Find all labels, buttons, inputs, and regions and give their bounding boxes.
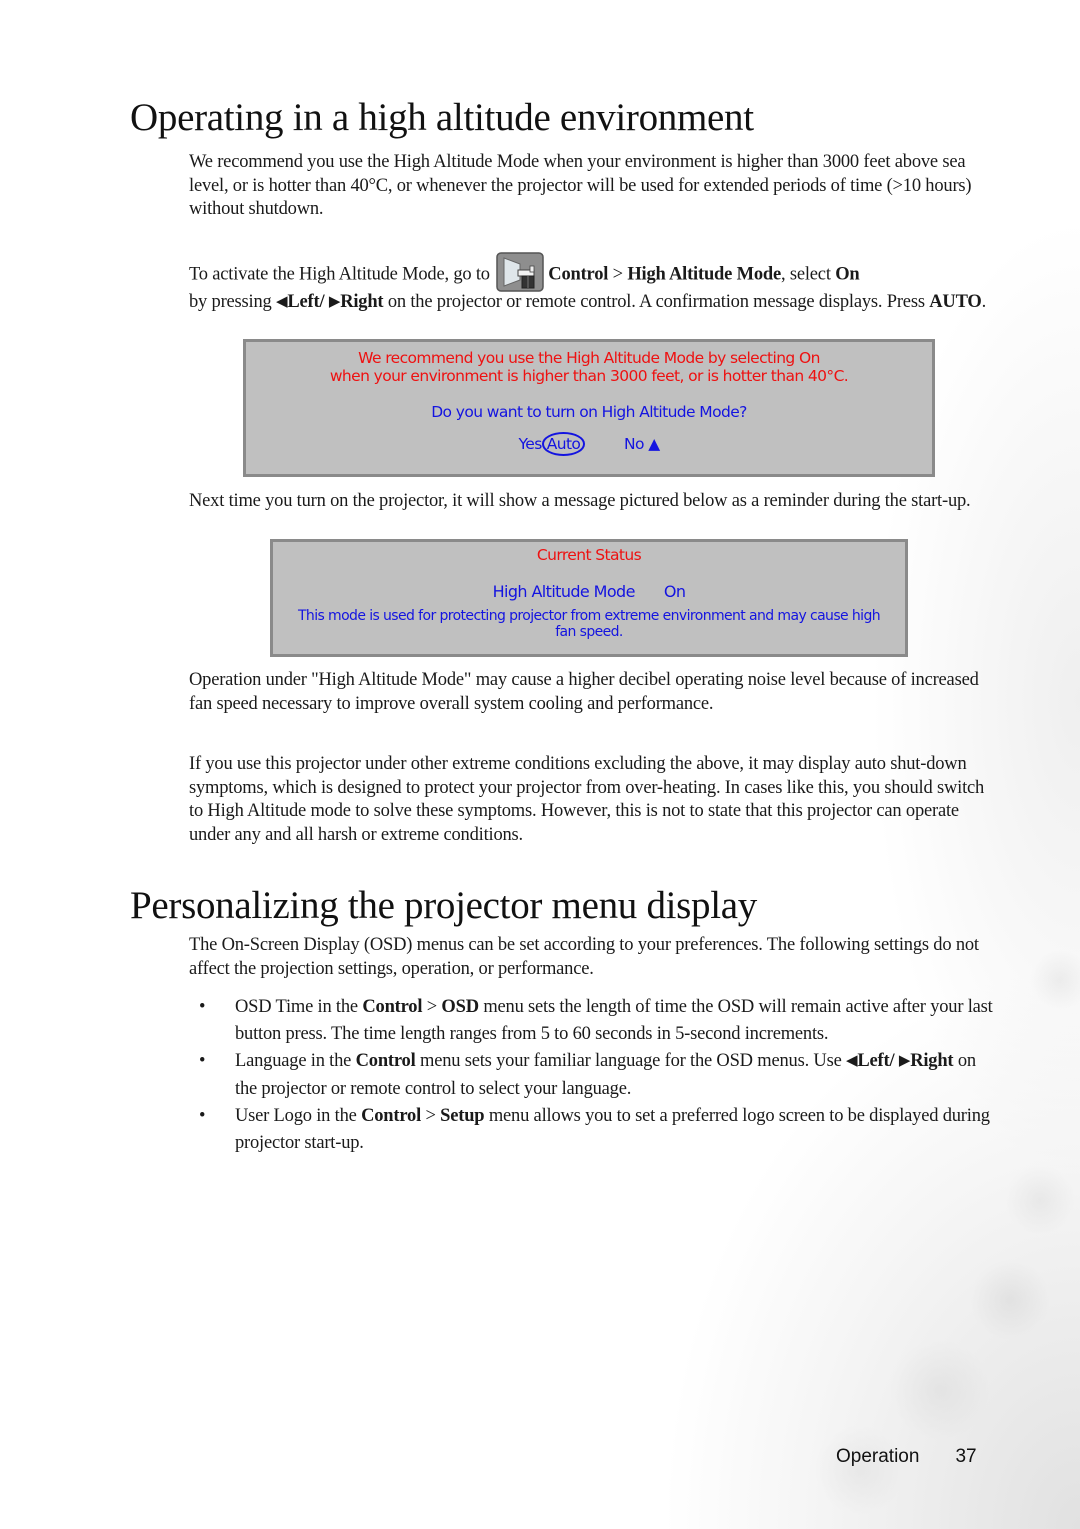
period: . [981, 292, 987, 312]
confirm-line-1: We recommend you use the High Altitude M… [358, 349, 820, 367]
press-instructions: by pressing ◀Left/ ▶Right on the project… [189, 291, 989, 316]
status-description: This mode is used for protecting project… [273, 608, 905, 640]
right-arrow-icon: ▶ [898, 1053, 911, 1069]
confirmation-text: on the projector or remote control. A co… [387, 292, 925, 312]
confirm-question: Do you want to turn on High Altitude Mod… [431, 403, 747, 421]
status-title: Current Status [536, 546, 642, 564]
bullet: • [199, 1106, 206, 1126]
control-menu-icon [496, 252, 545, 292]
right-arrow-icon: ▶ [328, 294, 341, 310]
menu-separator: > [426, 997, 437, 1017]
extreme-conditions-note: If you use this projector under other ex… [189, 754, 985, 845]
menu-setup: Setup [440, 1106, 485, 1126]
item-lead: User Logo in the [235, 1106, 357, 1126]
bullet: • [199, 1051, 206, 1071]
left-arrow-icon: ◀ [846, 1053, 858, 1069]
item-text: menu sets your familiar language for the… [420, 1051, 842, 1071]
bullet: • [199, 997, 206, 1017]
page-number: 37 [955, 1446, 977, 1467]
menu-control: Control [355, 1051, 416, 1071]
up-arrow-icon: ▲ [648, 435, 660, 453]
select-text: , select [781, 264, 831, 285]
confirm-dialog: We recommend you use the High Altitude M… [243, 339, 935, 477]
menu-separator: > [612, 264, 623, 285]
page-footer: Operation 37 [836, 1446, 977, 1468]
menu-osd: OSD [441, 997, 479, 1017]
by-pressing-text: by pressing [189, 292, 272, 312]
auto-key-badge[interactable]: Auto [541, 432, 586, 456]
left-arrow-icon: ◀ [276, 294, 288, 310]
activate-instructions: To activate the High Altitude Mode, go t… [189, 252, 989, 295]
section-title-high-altitude: Operating in a high altitude environment [130, 96, 754, 139]
slash: / [319, 292, 325, 312]
osd-settings-list: • OSD Time in the Control > OSD menu set… [189, 994, 999, 1157]
menu-separator: > [425, 1106, 436, 1126]
item-lead: OSD Time in the [235, 997, 358, 1017]
status-description-line-2: fan speed. [555, 624, 623, 640]
yes-option[interactable]: Yes [518, 435, 542, 453]
noise-note: Operation under "High Altitude Mode" may… [189, 670, 979, 714]
menu-control: Control [361, 1106, 422, 1126]
status-mode-label: High Altitude Mode [492, 582, 636, 601]
item-lead: Language in the [235, 1051, 352, 1071]
select-value-on: On [835, 264, 860, 285]
reminder-intro: Next time you turn on the projector, it … [189, 491, 971, 511]
status-description-line-1: This mode is used for protecting project… [297, 608, 881, 624]
list-item-osd-time: • OSD Time in the Control > OSD menu set… [189, 994, 999, 1048]
slash: / [889, 1051, 895, 1071]
key-auto: AUTO [929, 292, 982, 312]
key-right: Right [910, 1051, 954, 1071]
menu-high-altitude-mode: High Altitude Mode [627, 264, 781, 285]
key-right: Right [340, 292, 384, 312]
footer-section-name: Operation [836, 1446, 920, 1467]
menu-control: Control [548, 264, 609, 285]
key-left: Left [857, 1051, 890, 1071]
high-altitude-intro: We recommend you use the High Altitude M… [189, 152, 972, 219]
menu-control: Control [362, 997, 423, 1017]
personalizing-intro: The On-Screen Display (OSD) menus can be… [189, 935, 979, 979]
section-title-personalizing: Personalizing the projector menu display [130, 884, 758, 927]
list-item-language: • Language in the Control menu sets your… [189, 1048, 999, 1103]
status-row: High Altitude Mode On [273, 582, 905, 601]
no-option[interactable]: No [624, 435, 644, 453]
list-item-user-logo: • User Logo in the Control > Setup menu … [189, 1103, 999, 1157]
confirm-options: Yes Auto No ▲ [246, 432, 932, 456]
activate-prefix: To activate the High Altitude Mode, go t… [189, 264, 490, 285]
confirm-line-2: when your environment is higher than 300… [329, 367, 849, 385]
key-left: Left [287, 292, 320, 312]
status-mode-value: On [663, 582, 686, 601]
status-dialog: Current Status High Altitude Mode On Thi… [270, 539, 908, 657]
